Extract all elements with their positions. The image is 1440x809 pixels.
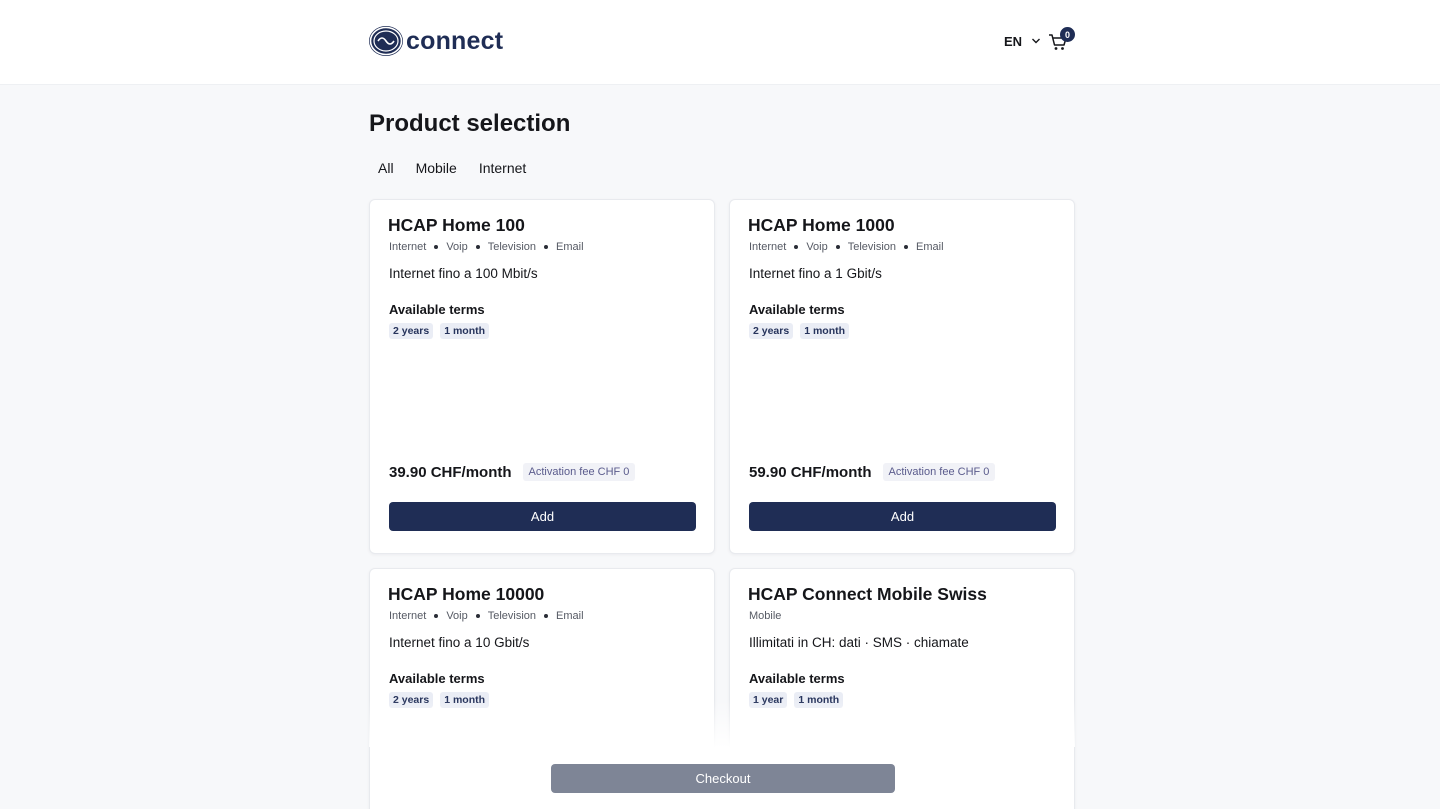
price-row: 59.90 CHF/month Activation fee CHF 0: [749, 463, 996, 481]
page-title: Product selection: [369, 110, 571, 137]
filter-tab-internet[interactable]: Internet: [470, 158, 535, 178]
cart-count-badge: 0: [1060, 27, 1075, 42]
category-label: Email: [556, 610, 584, 622]
category-label: Television: [487, 610, 537, 622]
category-label: Voip: [446, 241, 468, 253]
cart-button[interactable]: 0: [1048, 27, 1075, 52]
product-categories: Mobile: [749, 610, 781, 622]
product-description: Internet fino a 1 Gbit/s: [749, 266, 882, 281]
activation-fee-badge: Activation fee CHF 0: [522, 463, 636, 481]
language-label: EN: [1004, 33, 1023, 49]
category-label: Television: [487, 241, 537, 253]
add-button[interactable]: Add: [389, 502, 696, 531]
product-card: HCAP Home 100 Internet Voip Television E…: [369, 199, 715, 554]
term-chip: 1 month: [440, 323, 490, 339]
product-title: HCAP Home 10000: [388, 584, 545, 604]
filter-tab-mobile[interactable]: Mobile: [407, 158, 466, 178]
category-label: Email: [916, 241, 944, 253]
product-title: HCAP Connect Mobile Swiss: [748, 584, 987, 604]
separator-dot: [434, 245, 439, 249]
separator-dot: [475, 614, 480, 618]
terms-heading: Available terms: [389, 671, 485, 686]
product-card: HCAP Home 1000 Internet Voip Television …: [729, 199, 1075, 554]
category-label: Internet: [389, 241, 427, 253]
terms-list: 2 years 1 month: [389, 323, 496, 339]
separator-dot: [544, 614, 549, 618]
terms-heading: Available terms: [389, 302, 485, 317]
separator-dot: [904, 245, 909, 249]
scroll-fade: [369, 700, 1075, 748]
logo-icon: [369, 26, 403, 56]
product-categories: Internet Voip Television Email: [389, 610, 584, 622]
separator-dot: [794, 245, 799, 249]
product-price: 39.90 CHF/month: [389, 463, 512, 481]
separator-dot: [475, 245, 480, 249]
top-header: connect EN 0: [0, 0, 1440, 85]
checkout-button[interactable]: Checkout: [551, 764, 895, 793]
term-chip: 2 years: [749, 323, 794, 339]
filter-tab-all[interactable]: All: [369, 158, 403, 178]
product-categories: Internet Voip Television Email: [389, 241, 584, 253]
product-price: 59.90 CHF/month: [749, 463, 872, 481]
product-description: Internet fino a 10 Gbit/s: [389, 635, 530, 650]
terms-list: 2 years 1 month: [749, 323, 856, 339]
chevron-down-icon: [1031, 32, 1041, 50]
category-label: Mobile: [749, 610, 782, 622]
terms-heading: Available terms: [749, 302, 845, 317]
category-label: Television: [847, 241, 897, 253]
language-selector[interactable]: EN: [1004, 32, 1041, 50]
product-title: HCAP Home 100: [388, 215, 525, 235]
term-chip: 1 month: [800, 323, 850, 339]
term-chip: 2 years: [389, 323, 434, 339]
product-categories: Internet Voip Television Email: [749, 241, 944, 253]
separator-dot: [544, 245, 549, 249]
terms-heading: Available terms: [749, 671, 845, 686]
category-label: Voip: [806, 241, 828, 253]
product-description: Internet fino a 100 Mbit/s: [389, 266, 538, 281]
checkout-bar: Checkout: [369, 747, 1075, 809]
product-title: HCAP Home 1000: [748, 215, 895, 235]
category-label: Internet: [749, 241, 787, 253]
category-label: Voip: [446, 610, 468, 622]
separator-dot: [835, 245, 840, 249]
product-description: Illimitati in CH: dati · SMS · chiamate: [749, 635, 969, 650]
add-button[interactable]: Add: [749, 502, 1056, 531]
category-filter-tabs: All Mobile Internet: [369, 158, 539, 178]
activation-fee-badge: Activation fee CHF 0: [882, 463, 996, 481]
separator-dot: [434, 614, 439, 618]
category-label: Email: [556, 241, 584, 253]
price-row: 39.90 CHF/month Activation fee CHF 0: [389, 463, 636, 481]
brand-logo[interactable]: connect: [369, 24, 503, 58]
category-label: Internet: [389, 610, 427, 622]
logo-text: connect: [406, 26, 504, 55]
